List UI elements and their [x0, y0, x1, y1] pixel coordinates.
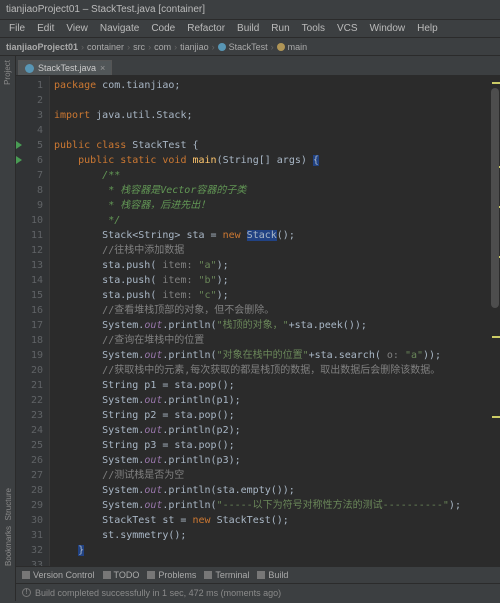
- menu-navigate[interactable]: Navigate: [97, 22, 142, 35]
- breadcrumb-com[interactable]: com: [154, 42, 171, 52]
- breadcrumb-stacktest[interactable]: StackTest: [229, 42, 268, 52]
- menu-build[interactable]: Build: [234, 22, 262, 35]
- close-icon[interactable]: ×: [100, 63, 105, 73]
- tool-icon: [147, 571, 155, 579]
- tool-icon: [22, 571, 30, 579]
- tool-problems[interactable]: Problems: [147, 570, 196, 580]
- menu-code[interactable]: Code: [148, 22, 178, 35]
- menu-window[interactable]: Window: [367, 22, 409, 35]
- menu-view[interactable]: View: [63, 22, 91, 35]
- run-gutter-icon[interactable]: [16, 156, 22, 164]
- menu-file[interactable]: File: [6, 22, 28, 35]
- tab-bar: StackTest.java ×: [16, 56, 500, 76]
- main-area: Project StackTest.java × 123456789101112…: [0, 56, 500, 566]
- breadcrumb-main[interactable]: main: [288, 42, 308, 52]
- tool-project[interactable]: Project: [3, 60, 12, 85]
- run-gutter-icon[interactable]: [16, 141, 22, 149]
- tool-icon: [103, 571, 111, 579]
- breadcrumb-container[interactable]: container: [87, 42, 124, 52]
- status-icon: !: [22, 588, 31, 597]
- tool-bookmarks[interactable]: Bookmarks: [4, 526, 13, 566]
- tab-label: StackTest.java: [38, 63, 96, 73]
- window-title: tianjiaoProject01 – StackTest.java [cont…: [6, 4, 205, 15]
- vertical-scrollbar[interactable]: [490, 76, 500, 566]
- menu-edit[interactable]: Edit: [34, 22, 57, 35]
- menu-bar: File Edit View Navigate Code Refactor Build Run…: [0, 20, 500, 38]
- java-file-icon: [25, 64, 34, 73]
- tool-icon: [204, 571, 212, 579]
- status-bar: ! Build completed successfully in 1 sec,…: [16, 584, 500, 601]
- breadcrumbs: tianjiaoProject01›container›src›com›tian…: [0, 38, 500, 56]
- left-tool-stripe-bottom: [0, 566, 16, 601]
- tool-structure[interactable]: Structure: [4, 488, 13, 520]
- code-content[interactable]: package com.tianjiao;import java.util.St…: [50, 76, 500, 566]
- tool-icon: [257, 571, 265, 579]
- menu-tools[interactable]: Tools: [299, 22, 328, 35]
- tool-build[interactable]: Build: [257, 570, 288, 580]
- status-text: Build completed successfully in 1 sec, 4…: [35, 588, 281, 598]
- tool-terminal[interactable]: Terminal: [204, 570, 249, 580]
- scrollbar-thumb[interactable]: [491, 88, 499, 308]
- bottom-tool-row: Version Control TODO Problems Terminal Build: [16, 566, 500, 584]
- menu-refactor[interactable]: Refactor: [184, 22, 228, 35]
- menu-help[interactable]: Help: [414, 22, 441, 35]
- editor-area: StackTest.java × 12345678910111213141516…: [16, 56, 500, 566]
- tool-version-control[interactable]: Version Control: [22, 570, 95, 580]
- class-icon: [218, 43, 226, 51]
- title-bar: tianjiaoProject01 – StackTest.java [cont…: [0, 0, 500, 20]
- breadcrumb-tianjiaoproject01[interactable]: tianjiaoProject01: [6, 42, 78, 52]
- menu-vcs[interactable]: VCS: [334, 22, 361, 35]
- code-editor[interactable]: 1234567891011121314151617181920212223242…: [16, 76, 500, 566]
- line-gutter[interactable]: 1234567891011121314151617181920212223242…: [16, 76, 50, 566]
- menu-run[interactable]: Run: [268, 22, 292, 35]
- tab-stacktest[interactable]: StackTest.java ×: [18, 60, 112, 75]
- method-icon: [277, 43, 285, 51]
- tool-todo[interactable]: TODO: [103, 570, 140, 580]
- breadcrumb-src[interactable]: src: [133, 42, 145, 52]
- breadcrumb-tianjiao[interactable]: tianjiao: [180, 42, 209, 52]
